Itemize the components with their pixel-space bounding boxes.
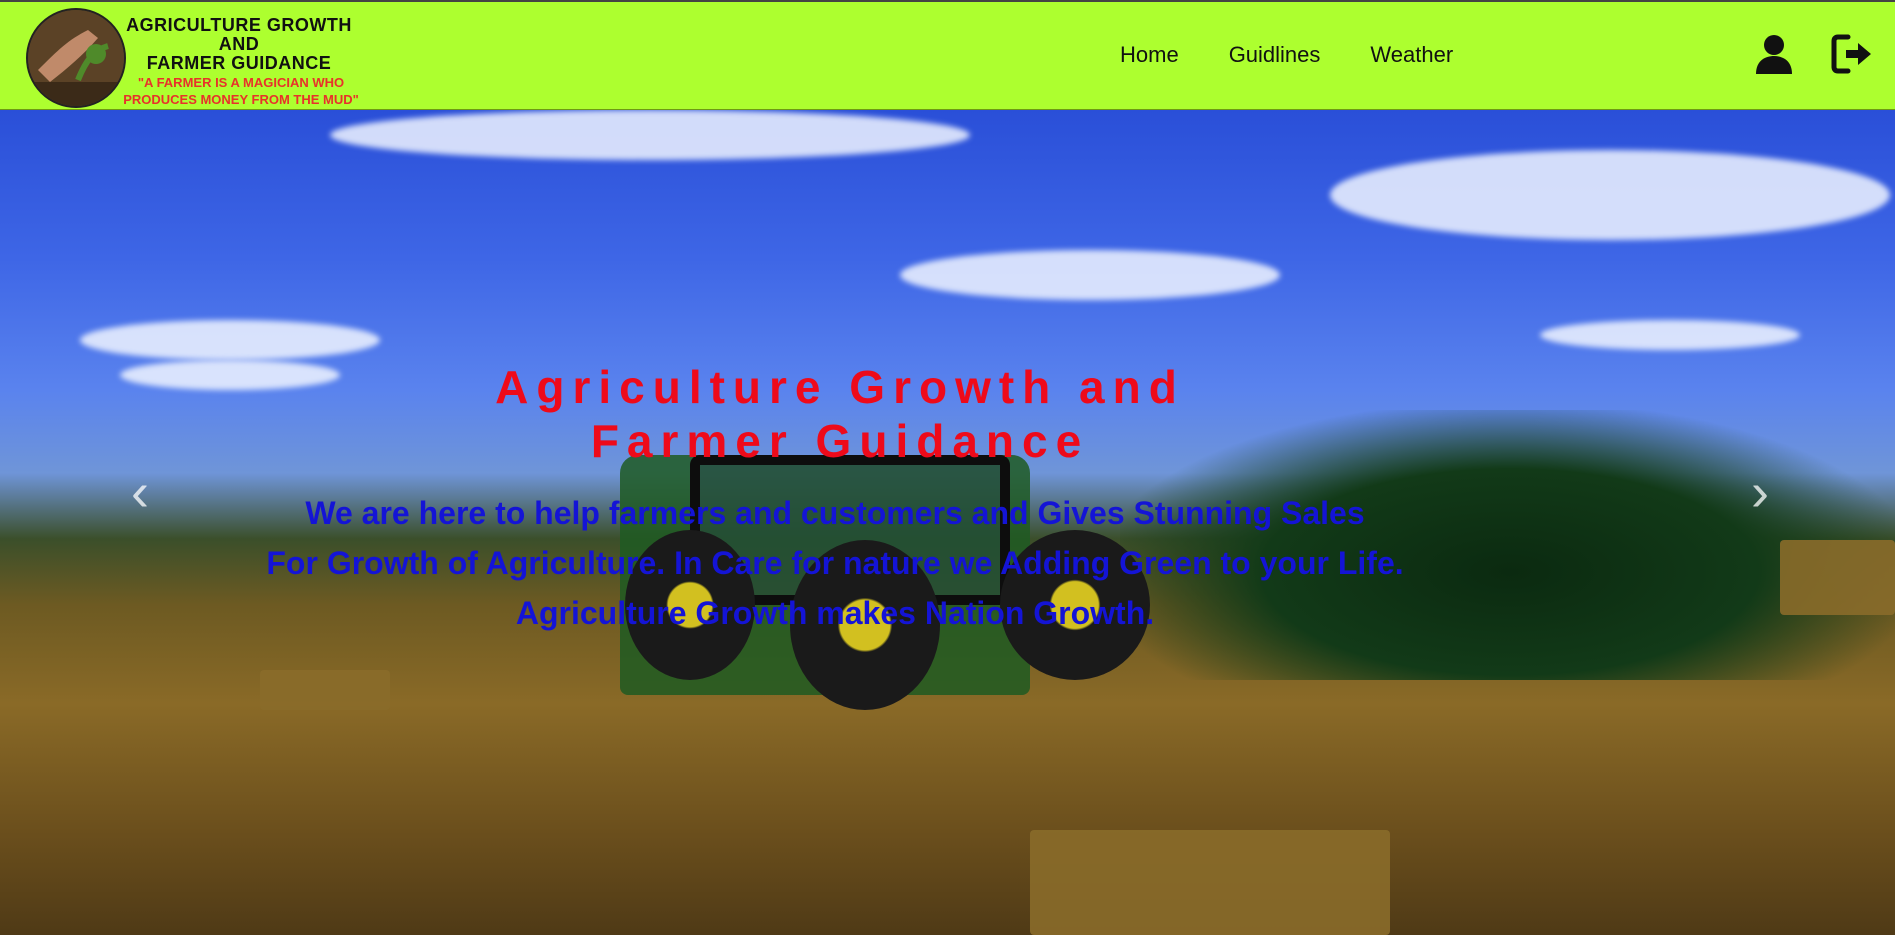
cloud [900, 250, 1280, 300]
nav-guidelines[interactable]: Guidlines [1229, 42, 1321, 68]
cloud [80, 320, 380, 360]
top-navbar: AGRICULTURE GROWTH AND FARMER GUIDANCE "… [0, 0, 1895, 110]
hero-carousel: Agriculture Growth and Farmer Guidance W… [0, 110, 1895, 935]
nav-weather[interactable]: Weather [1370, 42, 1453, 68]
cloud [330, 110, 970, 160]
chevron-right-icon[interactable]: › [1740, 462, 1780, 522]
cloud [1330, 150, 1890, 240]
logo-tagline: "A FARMER IS A MAGICIAN WHO PRODUCES MON… [123, 75, 359, 107]
hay-bale [260, 670, 390, 710]
hero-description: We are here to help farmers and customer… [266, 495, 1404, 631]
main-nav: Home Guidlines Weather [1120, 42, 1503, 68]
logo-title: AGRICULTURE GROWTH AND FARMER GUIDANCE [126, 15, 352, 73]
hay-bale [1030, 830, 1390, 935]
chevron-left-icon[interactable]: ‹ [120, 462, 160, 522]
brand-logo[interactable]: AGRICULTURE GROWTH AND FARMER GUIDANCE "… [24, 6, 384, 110]
hay-bale [1780, 540, 1895, 615]
hero-title: Agriculture Growth and Farmer Guidance [495, 361, 1185, 467]
logout-icon[interactable] [1830, 32, 1874, 76]
user-icon[interactable] [1752, 32, 1796, 76]
nav-home[interactable]: Home [1120, 42, 1179, 68]
cloud [1540, 320, 1800, 350]
cloud [120, 360, 340, 390]
